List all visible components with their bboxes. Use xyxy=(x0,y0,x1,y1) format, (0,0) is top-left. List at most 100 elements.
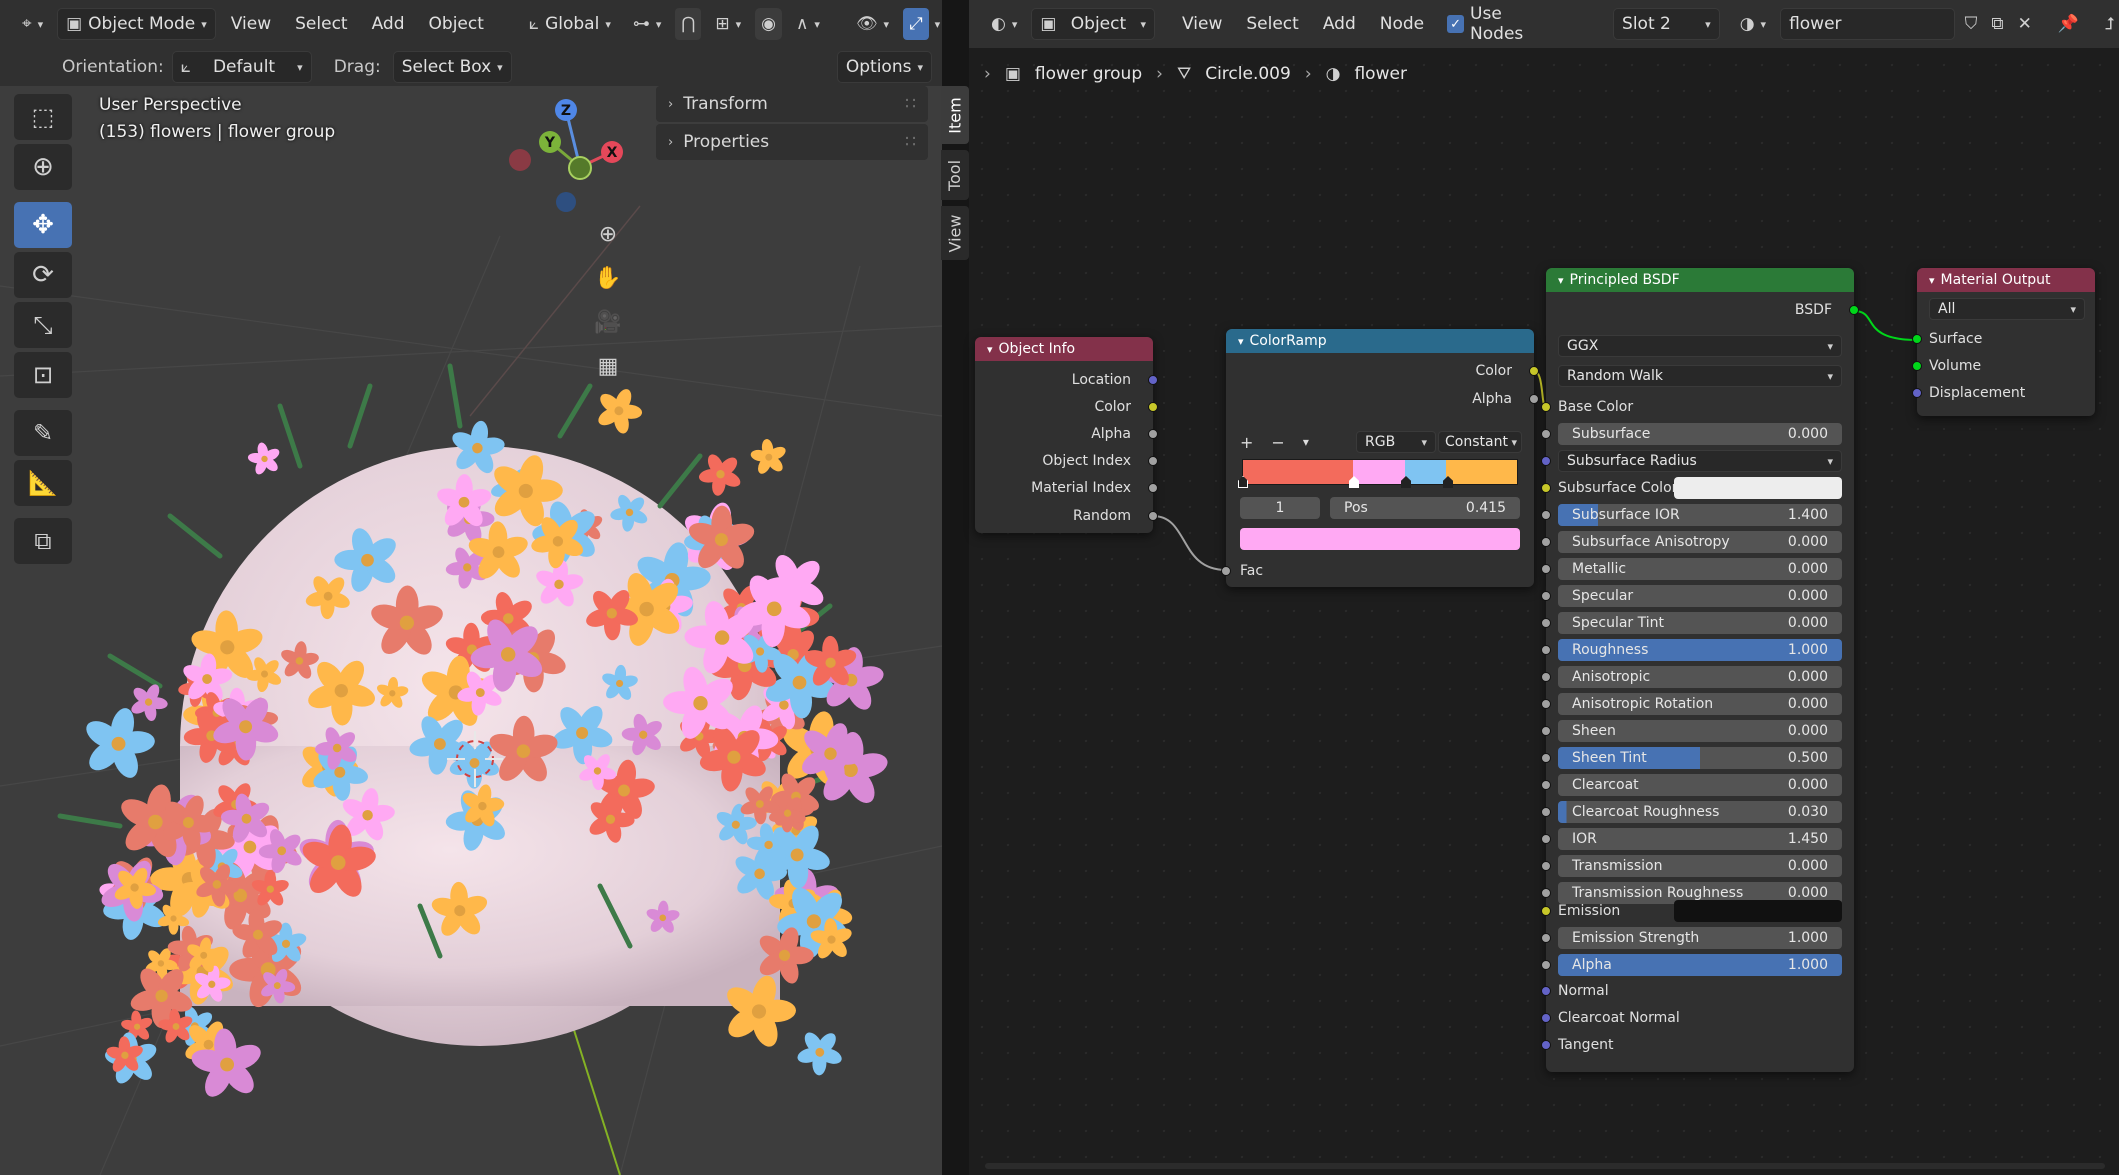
breadcrumb-toggle-icon[interactable]: › xyxy=(984,64,991,84)
socket-tangent-in[interactable] xyxy=(1541,1040,1551,1050)
snap-target-dropdown[interactable]: ⊞ ▾ xyxy=(707,8,749,40)
menu-select[interactable]: Select xyxy=(286,14,356,34)
scale-tool[interactable]: ⤡ xyxy=(14,302,72,348)
menu-object[interactable]: Object xyxy=(420,14,493,34)
unlink-material-button[interactable]: ✕ xyxy=(2014,8,2036,40)
menu-add[interactable]: Add xyxy=(363,14,414,34)
viewport-scene[interactable] xyxy=(0,86,942,1175)
socket-surface-in[interactable] xyxy=(1912,334,1922,344)
field-subsurface[interactable]: Subsurface 0.000 xyxy=(1558,423,1842,445)
rotate-tool[interactable]: ⟳ xyxy=(14,252,72,298)
socket-anisotropic-in[interactable] xyxy=(1541,672,1551,682)
socket-random-out[interactable] xyxy=(1148,511,1158,521)
move-tool[interactable]: ✥ xyxy=(14,202,72,248)
socket-roughness-in[interactable] xyxy=(1541,645,1551,655)
drag-handle-icon[interactable]: ∷ xyxy=(905,94,916,114)
socket-specular-in[interactable] xyxy=(1541,591,1551,601)
annotate-tool[interactable]: ✎ xyxy=(14,410,72,456)
mode-dropdown[interactable]: ▣ Object Mode ▾ xyxy=(57,8,216,40)
socket-sheen-tint-in[interactable] xyxy=(1541,753,1551,763)
pivot-dropdown[interactable]: ⊶ ▾ xyxy=(625,8,670,40)
breadcrumb-item[interactable]: Circle.009 xyxy=(1205,64,1291,84)
socket-emission-in[interactable] xyxy=(1541,906,1551,916)
drag-dropdown[interactable]: Select Box ▾ xyxy=(392,51,512,83)
socket-subsurface-radius-in[interactable] xyxy=(1541,456,1551,466)
field-sheen[interactable]: Sheen 0.000 xyxy=(1558,720,1842,742)
use-nodes-checkbox[interactable]: ✓ Use Nodes xyxy=(1439,4,1563,44)
node-bsdf-header[interactable]: ▾ Principled BSDF xyxy=(1546,268,1854,292)
field-sheen-tint[interactable]: Sheen Tint 0.500 xyxy=(1558,747,1842,769)
socket-volume-in[interactable] xyxy=(1912,361,1922,371)
field-specular-tint[interactable]: Specular Tint 0.000 xyxy=(1558,612,1842,634)
interpolation-dropdown[interactable]: Constant ▾ xyxy=(1438,431,1522,453)
gizmo-toggle[interactable]: ⤢ xyxy=(903,8,929,40)
new-material-button[interactable]: ⧉ xyxy=(1987,8,2007,40)
socket-emission-strength-in[interactable] xyxy=(1541,933,1551,943)
socket-metallic-in[interactable] xyxy=(1541,564,1551,574)
gizmo-dropdown[interactable]: ▾ xyxy=(935,18,941,31)
fake-user-button[interactable]: ⛉ xyxy=(1961,8,1982,40)
socket-color-out[interactable] xyxy=(1148,402,1158,412)
socket-normal-in[interactable] xyxy=(1541,986,1551,996)
socket-color-out[interactable] xyxy=(1529,366,1539,376)
orientation-dropdown[interactable]: ⟀ Default ▾ xyxy=(171,51,312,83)
socket-location-out[interactable] xyxy=(1148,375,1158,385)
subsurface-color-swatch[interactable] xyxy=(1674,477,1842,499)
socket-bsdf-out[interactable] xyxy=(1849,305,1859,315)
node-material-output-header[interactable]: ▾ Material Output xyxy=(1917,268,2095,292)
add-cube-tool[interactable]: ⧉ xyxy=(14,518,72,564)
editor-type-button[interactable]: ◐ ▾ xyxy=(983,8,1025,40)
node-object-info[interactable]: ▾ Object Info Location Color Alpha Objec… xyxy=(975,337,1158,533)
menu-view[interactable]: View xyxy=(222,14,280,34)
socket-fac-in[interactable] xyxy=(1221,566,1231,576)
socket-displacement-in[interactable] xyxy=(1912,388,1922,398)
menu-node[interactable]: Node xyxy=(1371,14,1433,34)
node-colorramp-header[interactable]: ▾ ColorRamp xyxy=(1226,329,1534,353)
add-stop-button[interactable]: + xyxy=(1240,433,1253,452)
socket-clearcoat-in[interactable] xyxy=(1541,780,1551,790)
material-browse-button[interactable]: ◑ ▾ xyxy=(1732,8,1774,40)
measure-tool[interactable]: 📐 xyxy=(14,460,72,506)
socket-specular-tint-in[interactable] xyxy=(1541,618,1551,628)
socket-base-color-in[interactable] xyxy=(1541,402,1551,412)
vertical-scrollbar[interactable] xyxy=(2104,60,2114,1160)
socket-subsurface-anisotropy-in[interactable] xyxy=(1541,537,1551,547)
proportional-edit-toggle[interactable]: ◉ xyxy=(755,8,782,40)
transform-tool[interactable]: ⊡ xyxy=(14,352,72,398)
editor-type-button[interactable]: ⌖ ▾ xyxy=(14,8,51,40)
node-colorramp[interactable]: ▾ ColorRamp Color Alpha + − ▾ RGB ▾ Const… xyxy=(1221,329,1539,587)
socket-sheen-in[interactable] xyxy=(1541,726,1551,736)
field-metallic[interactable]: Metallic 0.000 xyxy=(1558,558,1842,580)
stop-position-field[interactable]: Pos 0.415 xyxy=(1330,497,1520,519)
socket-clearcoat-normal-in[interactable] xyxy=(1541,1013,1551,1023)
navigation-gizmo[interactable]: Z Y X xyxy=(500,92,640,222)
socket-material-index-out[interactable] xyxy=(1148,483,1158,493)
visibility-dropdown[interactable]: 👁 ▾ xyxy=(848,8,897,40)
socket-transmission-roughness-in[interactable] xyxy=(1541,888,1551,898)
transform-orientation-dropdown[interactable]: ⟀ Global ▾ xyxy=(521,8,619,40)
perspective-toggle-button[interactable]: ▦ xyxy=(588,346,628,386)
drag-handle-icon[interactable]: ∷ xyxy=(905,132,916,152)
pin-button[interactable]: 📌 xyxy=(2054,8,2083,40)
socket-ior-in[interactable] xyxy=(1541,834,1551,844)
material-name-field[interactable]: flower xyxy=(1780,8,1955,40)
socket-transmission-in[interactable] xyxy=(1541,861,1551,871)
node-material-output[interactable]: ▾ Material Output All ▾ Surface Volume Di… xyxy=(1912,268,2095,416)
3d-viewport[interactable]: ⌖ ▾ ▣ Object Mode ▾ View Select Add Objec… xyxy=(0,0,942,1175)
field-anisotropic-rotation[interactable]: Anisotropic Rotation 0.000 xyxy=(1558,693,1842,715)
socket-subsurface-ior-in[interactable] xyxy=(1541,510,1551,520)
stop-color-swatch[interactable] xyxy=(1240,528,1520,550)
field-alpha[interactable]: Alpha 1.000 xyxy=(1558,954,1842,976)
active-stop-index[interactable]: 1 xyxy=(1240,497,1320,519)
socket-alpha-out[interactable] xyxy=(1529,394,1539,404)
socket-alpha-out[interactable] xyxy=(1148,429,1158,439)
field-transmission[interactable]: Transmission 0.000 xyxy=(1558,855,1842,877)
field-subsurface-anisotropy[interactable]: Subsurface Anisotropy 0.000 xyxy=(1558,531,1842,553)
tab-tool[interactable]: Tool xyxy=(941,150,969,200)
camera-view-button[interactable]: 🎥 xyxy=(588,302,628,342)
snap-toggle[interactable]: ⋂ xyxy=(675,8,702,40)
socket-object-index-out[interactable] xyxy=(1148,456,1158,466)
options-dropdown[interactable]: Options ▾ xyxy=(836,51,932,83)
shader-node-editor[interactable]: ▾ Object Info Location Color Alpha Objec… xyxy=(969,0,2119,1175)
horizontal-scrollbar[interactable] xyxy=(985,1163,2105,1169)
